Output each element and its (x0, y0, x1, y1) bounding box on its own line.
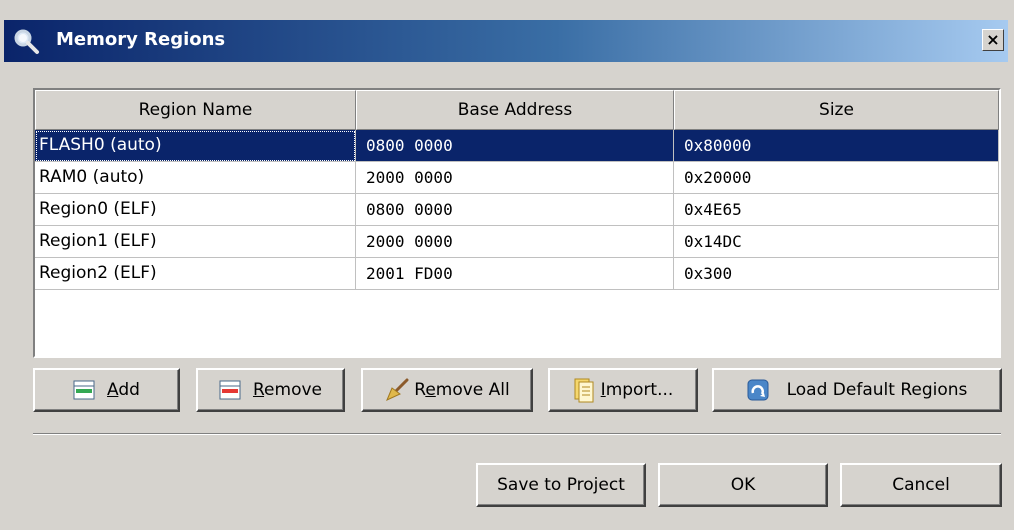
import-button[interactable]: Import... (548, 368, 698, 412)
separator (33, 433, 1001, 435)
table-row[interactable]: Region0 (ELF) 0800 0000 0x4E65 (35, 194, 999, 226)
size-cell: 0x300 (674, 258, 999, 290)
size-cell: 0x14DC (674, 226, 999, 258)
add-label: Add (107, 380, 140, 400)
table-header: Region Name Base Address Size (35, 90, 999, 130)
region-name-cell: FLASH0 (auto) (35, 130, 356, 162)
close-button[interactable]: × (982, 29, 1004, 51)
base-address-cell: 2000 0000 (356, 162, 674, 194)
table-row[interactable]: FLASH0 (auto) 0800 0000 0x80000 (35, 130, 999, 162)
remove-all-button[interactable]: Remove All (361, 368, 533, 412)
region-name-cell: RAM0 (auto) (35, 162, 356, 194)
remove-all-label: Remove All (414, 380, 510, 400)
column-header-base-address[interactable]: Base Address (356, 90, 674, 130)
close-icon: × (986, 30, 1000, 49)
base-address-cell: 2001 FD00 (356, 258, 674, 290)
size-cell: 0x80000 (674, 130, 999, 162)
region-name-cell: Region2 (ELF) (35, 258, 356, 290)
ok-button[interactable]: OK (658, 463, 828, 507)
remove-label: Remove (252, 380, 322, 400)
cancel-label: Cancel (892, 475, 950, 495)
column-header-region-name[interactable]: Region Name (35, 90, 356, 130)
window-title: Memory Regions (56, 29, 226, 50)
region-name-cell: Region0 (ELF) (35, 194, 356, 226)
title-bar[interactable]: Memory Regions × (4, 20, 1008, 62)
size-cell: 0x4E65 (674, 194, 999, 226)
remove-button[interactable]: Remove (196, 368, 345, 412)
refresh-icon (747, 379, 769, 401)
remove-row-icon (219, 380, 241, 400)
table-row[interactable]: Region2 (ELF) 2001 FD00 0x300 (35, 258, 999, 290)
column-header-size[interactable]: Size (674, 90, 999, 130)
add-row-icon (73, 380, 95, 400)
cancel-button[interactable]: Cancel (840, 463, 1002, 507)
base-address-cell: 2000 0000 (356, 226, 674, 258)
region-name-cell: Region1 (ELF) (35, 226, 356, 258)
import-label: Import... (600, 380, 674, 400)
size-cell: 0x20000 (674, 162, 999, 194)
ok-label: OK (730, 475, 756, 495)
broom-icon (386, 378, 409, 401)
add-button[interactable]: Add (33, 368, 180, 412)
save-to-project-button[interactable]: Save to Project (476, 463, 646, 507)
document-icon (574, 378, 594, 403)
base-address-cell: 0800 0000 (356, 130, 674, 162)
memory-regions-dialog: Memory Regions × Region Name Base Addres… (0, 0, 1014, 530)
save-to-project-label: Save to Project (497, 475, 625, 495)
load-default-label: Load Default Regions (786, 380, 968, 400)
table-row[interactable]: Region1 (ELF) 2000 0000 0x14DC (35, 226, 999, 258)
base-address-cell: 0800 0000 (356, 194, 674, 226)
magnifier-icon (14, 29, 39, 54)
table-row[interactable]: RAM0 (auto) 2000 0000 0x20000 (35, 162, 999, 194)
load-default-regions-button[interactable]: Load Default Regions (712, 368, 1002, 412)
regions-table[interactable]: Region Name Base Address Size FLASH0 (au… (33, 88, 1001, 358)
